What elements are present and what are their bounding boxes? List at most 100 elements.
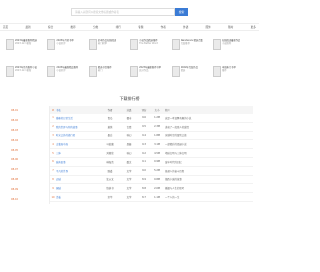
date-row[interactable]: 08-04: [6, 135, 49, 145]
featured-sub: 高分作品: [139, 69, 149, 73]
book-cover: [6, 39, 14, 50]
book-title-link[interactable]: 古董局中局: [56, 142, 101, 146]
nav-item[interactable]: 推荐: [71, 25, 76, 29]
featured-item[interactable]: 精选书目推荐 热门: [88, 66, 129, 87]
table-cell: 穿越时空的冒险之旅: [165, 134, 187, 138]
nav-item[interactable]: 作者: [161, 25, 166, 29]
book-cover: [47, 39, 56, 50]
header-cell: 作者: [107, 109, 113, 112]
search-button[interactable]: 搜索: [175, 7, 188, 16]
date-label: 08-10: [11, 197, 18, 201]
date-row[interactable]: 08-07: [6, 165, 49, 175]
nav-item[interactable]: 最新: [26, 25, 31, 29]
table-row[interactable]: 5 三体 刘慈欣 科幻 9.2 4.5M 地球文明与三体文明: [50, 149, 253, 158]
featured-sub: The Better Word: [139, 42, 158, 46]
nav-item[interactable]: 国外: [206, 25, 211, 29]
table-cell: 9.4: [142, 133, 146, 137]
book-cover: [212, 39, 221, 50]
nav-item[interactable]: 更多: [251, 25, 256, 29]
featured-item[interactable]: 在线阅读最新作品 小说推荐: [212, 39, 253, 60]
featured-item[interactable]: 2023年最新推荐书单 高分作品: [130, 66, 170, 87]
book-cover: [130, 39, 139, 50]
featured-item[interactable]: 2023年月的书单 小说好评: [47, 39, 87, 60]
date-label: 08-08: [11, 177, 18, 181]
date-row[interactable]: 08-09: [6, 184, 49, 194]
table-cell: 散文: [126, 160, 132, 164]
book-title-link[interactable]: 三体: [56, 151, 101, 155]
date-row[interactable]: 08-02: [6, 116, 49, 126]
table-row[interactable]: 10 活着 余华 文学 8.7 1.1M 一个人的一生: [50, 193, 253, 202]
table-row[interactable]: 9 围城 钱钟书 文学 8.8 2.0M 婚姻与人生的思考: [50, 184, 253, 194]
date-row[interactable]: 08-03: [6, 126, 49, 136]
table-cell: 科幻: [126, 134, 132, 138]
book-title-link[interactable]: 我的世界与你的故事: [56, 125, 101, 129]
table-cell: 地球文明与三体文明: [165, 152, 187, 156]
featured-sub: 热门榜单: [97, 42, 107, 46]
date-row[interactable]: 08-05: [6, 145, 49, 155]
date-row[interactable]: 08-10: [6, 194, 49, 204]
table-row[interactable]: 2 我的世界与你的故事 萧然 言情 9.5 2.3M 讲述了一段感人的爱情: [50, 123, 253, 132]
table-row[interactable]: 1 猫咪的日常生活 青岛 都市 9.6 1.2M 这是一本温馨有趣的小说: [50, 114, 253, 123]
featured-item[interactable]: 2023年最新精品推荐 小说好评: [47, 66, 87, 87]
table-row[interactable]: 6 城南旧事 林海音 散文 9.1 0.9M 童年时代的回忆: [50, 158, 253, 167]
date-row[interactable]: 08-01: [6, 106, 49, 116]
date-row[interactable]: 08-08: [6, 175, 49, 185]
table-row[interactable]: 4 古董局中局 马伯庸 悬疑 9.3 3.1M 一部精彩的悬疑小说: [50, 140, 253, 150]
table-cell: 文学: [126, 196, 132, 200]
featured-item[interactable]: 全本作品在线阅读 热门榜单: [88, 39, 129, 60]
featured-item[interactable]: 小说作品精选推荐 The Better Word: [130, 39, 170, 60]
nav-item[interactable]: 首页: [3, 25, 8, 29]
table-row[interactable]: 8 边城 沈从文 文学 8.9 0.8M 湘西小城的故事: [50, 176, 253, 185]
book-title-link[interactable]: 时光之外的旅行者: [56, 133, 101, 137]
date-label: 08-04: [11, 138, 18, 142]
table-row[interactable]: 7 平凡的世界 路遥 文学 9.0 5.2M 普通人的奋斗历程: [50, 167, 253, 176]
book-cover: [130, 66, 139, 77]
table-cell: 言情: [126, 125, 132, 129]
table-cell: 1.8M: [154, 133, 160, 137]
header-cell: 大小: [154, 109, 160, 112]
nav-item[interactable]: 随时: [228, 25, 233, 29]
book-title-link[interactable]: 猫咪的日常生活: [56, 116, 101, 120]
date-label: 08-03: [11, 128, 18, 132]
table-cell: 2.0M: [154, 186, 160, 190]
table-cell: 墨白: [107, 134, 113, 138]
featured-sub: 完结推荐: [180, 42, 190, 46]
table-row[interactable]: 3 时光之外的旅行者 墨白 科幻 9.4 1.8M 穿越时空的冒险之旅: [50, 132, 253, 141]
table-cell: 婚姻与人生的思考: [165, 187, 185, 191]
date-label: 08-07: [11, 168, 18, 172]
nav-item[interactable]: 排行: [116, 25, 121, 29]
featured-item[interactable]: 2023年月的推荐小说 2023.12.1更新: [6, 66, 46, 87]
table-cell: 文学: [126, 187, 132, 191]
table-cell: 文学: [126, 169, 132, 173]
book-title-link[interactable]: 边城: [56, 177, 101, 181]
featured-sub: 小说好评: [56, 42, 66, 46]
featured-list-2: 2023年月的推荐小说 2023.12.1更新 2023年最新精品推荐 小说好评 精…: [0, 62, 259, 89]
table-cell: 9.0: [142, 169, 146, 173]
table-cell: 青岛: [107, 116, 113, 120]
book-title-link[interactable]: 平凡的世界: [56, 169, 101, 173]
nav-item[interactable]: 综合: [48, 25, 53, 29]
book-title-link[interactable]: 围城: [56, 186, 101, 190]
book-cover: [88, 66, 97, 77]
featured-item[interactable]: 本周热门书单 推荐: [212, 66, 253, 87]
book-cover: [47, 66, 56, 77]
table-cell: 9.6: [142, 116, 146, 120]
featured-item[interactable]: Wanderers 精选合集 完结推荐: [171, 39, 212, 60]
book-title-link[interactable]: 活着: [56, 195, 101, 199]
nav-item[interactable]: 外语: [183, 25, 188, 29]
date-row[interactable]: 08-06: [6, 155, 49, 165]
book-cover: [212, 66, 221, 77]
search-input[interactable]: 请输入关键词以搜索文章标题或作者名: [71, 7, 175, 16]
date-label: 08-02: [11, 119, 18, 123]
featured-item[interactable]: 2023年最新推荐精选 2023.12.1更新: [6, 39, 46, 60]
table-cell: 0.8M: [154, 177, 160, 181]
table-cell: 1.2M: [154, 116, 160, 120]
table-cell: 沈从文: [106, 178, 114, 182]
book-title-link[interactable]: 城南旧事: [56, 160, 101, 164]
featured-sub: 小说推荐: [221, 42, 232, 46]
nav-item[interactable]: 专题: [138, 25, 143, 29]
nav-item[interactable]: 分类: [93, 25, 98, 29]
rank-title: 下载排行榜: [119, 96, 140, 101]
featured-item[interactable]: 2022年完结作品 精选: [171, 66, 212, 87]
date-label: 08-06: [11, 158, 18, 162]
